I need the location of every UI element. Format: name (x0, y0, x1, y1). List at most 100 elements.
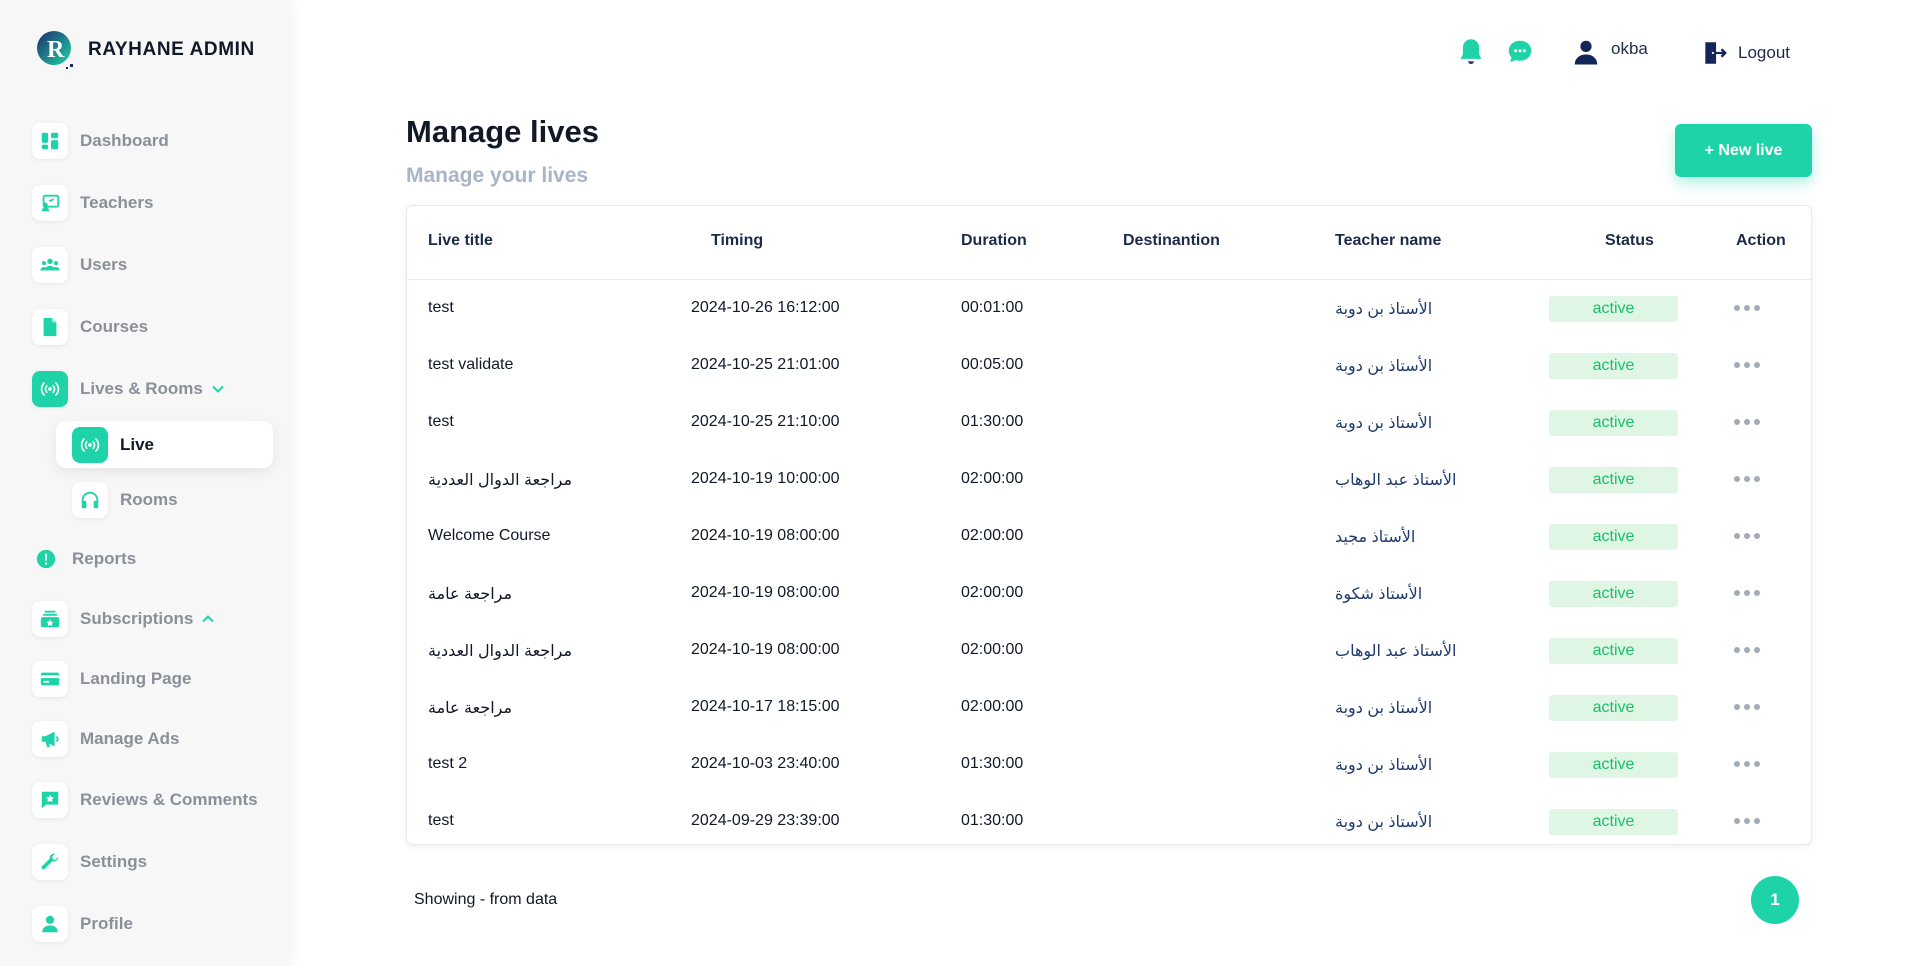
sidebar-item-dashboard[interactable]: Dashboard (32, 121, 169, 161)
logout-label: Logout (1738, 43, 1790, 62)
table-row: test 2024-10-26 16:12:00 00:01:00 الأستاذ ب… (407, 282, 1811, 338)
table-row: test validate 2024-10-25 21:01:00 00:05:00… (407, 339, 1811, 395)
sidebar-item-label: Reports (72, 549, 137, 568)
row-actions-more-icon[interactable] (1732, 816, 1762, 826)
cell-teacher-name: الأستاذ بن دوبة (1335, 358, 1433, 375)
row-actions-more-icon[interactable] (1732, 702, 1762, 712)
sidebar-item-users[interactable]: Users (32, 245, 127, 285)
sidebar-item-reports[interactable]: Reports (32, 539, 136, 579)
cell-timing: 2024-10-17 18:15:00 (691, 698, 840, 715)
column-header-status: Status (1605, 232, 1654, 249)
sidebar-item-profile[interactable]: Profile (32, 904, 133, 944)
row-actions-more-icon[interactable] (1732, 417, 1762, 427)
cell-live-title: test (428, 812, 454, 829)
row-actions-more-icon[interactable] (1732, 588, 1762, 598)
cell-teacher-name: الأستاذ بن دوبة (1335, 301, 1433, 318)
notifications-button[interactable] (1457, 37, 1485, 67)
cell-live-title: Welcome Course (428, 527, 551, 544)
new-live-button[interactable]: + New live (1675, 124, 1812, 177)
sidebar-item-subscriptions[interactable]: Subscriptions (32, 599, 215, 639)
brand[interactable]: R RAYHANE ADMIN (36, 30, 255, 70)
sidebar: R RAYHANE ADMIN Dashboard Teachers Users… (0, 0, 290, 966)
sidebar-subitem-rooms[interactable]: Rooms (72, 480, 178, 520)
table-row: مراجعة عامة 2024-10-19 08:00:00 02:00:00 ال… (407, 567, 1811, 623)
cell-teacher-name: الأستاذ بن دوبة (1335, 814, 1433, 831)
cell-live-title: مراجعة الدوال العددية (428, 643, 573, 660)
cell-timing: 2024-10-26 16:12:00 (691, 299, 840, 316)
cell-duration: 02:00:00 (961, 470, 1024, 487)
column-header-destination: Destinantion (1123, 232, 1220, 249)
more-dot (1754, 704, 1760, 710)
cell-live-title: test (428, 299, 454, 316)
alert-circle-icon (32, 541, 60, 577)
document-icon (32, 309, 68, 345)
row-actions-more-icon[interactable] (1732, 303, 1762, 313)
pagination-page-button[interactable]: 1 (1751, 876, 1799, 924)
users-icon (32, 247, 68, 283)
cell-live-title: مراجعة عامة (428, 700, 513, 717)
broadcast-icon (72, 426, 108, 463)
cell-timing: 2024-10-03 23:40:00 (691, 755, 840, 772)
status-badge: active (1549, 296, 1678, 322)
more-dot (1734, 476, 1740, 482)
more-dot (1734, 647, 1740, 653)
user-menu[interactable]: okba (1571, 37, 1648, 67)
more-dot (1734, 590, 1740, 596)
status-badge: active (1549, 809, 1678, 835)
status-badge: active (1549, 695, 1678, 721)
sidebar-item-label: Manage Ads (80, 729, 180, 748)
row-actions-more-icon[interactable] (1732, 474, 1762, 484)
more-dot (1734, 419, 1740, 425)
row-actions-more-icon[interactable] (1732, 531, 1762, 541)
more-dot (1754, 476, 1760, 482)
sidebar-item-label: Reviews & Comments (80, 790, 258, 809)
cell-timing: 2024-10-25 21:10:00 (691, 413, 840, 430)
logo-letter: R (47, 37, 65, 63)
brand-name: RAYHANE ADMIN (88, 39, 255, 60)
sidebar-item-manage-ads[interactable]: Manage Ads (32, 719, 180, 759)
sidebar-item-landing-page[interactable]: Landing Page (32, 659, 191, 699)
sidebar-item-label: Dashboard (80, 131, 169, 150)
broadcast-icon (32, 371, 68, 407)
cell-duration: 01:30:00 (961, 812, 1024, 829)
cell-timing: 2024-10-19 08:00:00 (691, 527, 840, 544)
cell-duration: 02:00:00 (961, 527, 1024, 544)
column-header-teacher-name: Teacher name (1335, 232, 1442, 249)
more-dot (1744, 647, 1750, 653)
cell-live-title: مراجعة عامة (428, 586, 513, 603)
cell-teacher-name: الأستاذ بن دوبة (1335, 757, 1433, 774)
more-dot (1744, 704, 1750, 710)
sidebar-item-settings[interactable]: Settings (32, 842, 147, 882)
cell-duration: 01:30:00 (961, 413, 1024, 430)
table-row: Welcome Course 2024-10-19 08:00:00 02:00:0… (407, 510, 1811, 566)
more-dot (1734, 362, 1740, 368)
status-badge: active (1549, 353, 1678, 379)
sidebar-item-lives-rooms[interactable]: Lives & Rooms (32, 369, 225, 409)
sidebar-item-reviews-comments[interactable]: Reviews & Comments (32, 780, 258, 820)
table-row: مراجعة الدوال العددية 2024-10-19 10:00:00… (407, 453, 1811, 509)
cell-live-title: test 2 (428, 755, 468, 772)
sidebar-item-courses[interactable]: Courses (32, 307, 148, 347)
more-dot (1754, 590, 1760, 596)
wrench-icon (32, 844, 68, 880)
more-dot (1754, 647, 1760, 653)
cell-teacher-name: الأستاذ عبد الوهاب (1335, 643, 1457, 660)
row-actions-more-icon[interactable] (1732, 360, 1762, 370)
cell-live-title: test (428, 413, 454, 430)
more-dot (1744, 590, 1750, 596)
page-title: Manage lives (406, 114, 599, 149)
pagination-info: Showing - from data (414, 891, 558, 908)
status-badge: active (1549, 752, 1678, 778)
logout-button[interactable]: Logout (1702, 39, 1790, 67)
sidebar-item-label: Lives & Rooms (80, 379, 203, 398)
headphones-icon (72, 482, 108, 518)
sidebar-subitem-live[interactable]: Live (56, 421, 273, 468)
status-badge: active (1549, 638, 1678, 664)
sidebar-subitem-label: Live (120, 434, 155, 454)
messages-button[interactable] (1505, 37, 1535, 67)
more-dot (1744, 533, 1750, 539)
sidebar-item-label: Settings (80, 852, 148, 871)
row-actions-more-icon[interactable] (1732, 645, 1762, 655)
sidebar-item-teachers[interactable]: Teachers (32, 183, 153, 223)
row-actions-more-icon[interactable] (1732, 759, 1762, 769)
